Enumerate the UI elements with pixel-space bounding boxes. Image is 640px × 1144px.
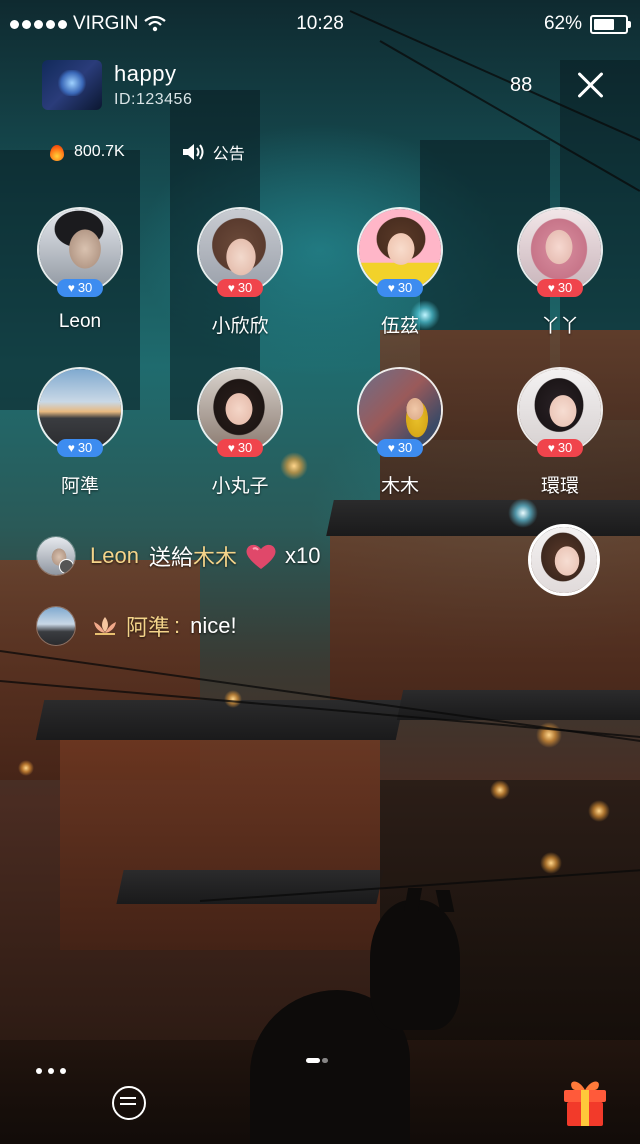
chat-separator: : — [174, 613, 181, 638]
page-indicator — [322, 1058, 328, 1063]
seat-score-badge: ♥ 30 — [217, 439, 263, 457]
heart-icon — [246, 544, 276, 569]
seat-name: 伍茲 — [380, 316, 419, 337]
chat-target[interactable]: 木木 — [193, 540, 237, 572]
seat-1[interactable]: ♥ 30 Leon — [20, 207, 140, 333]
gift-count: x10 — [284, 543, 321, 568]
chat-bubble-icon[interactable] — [112, 1086, 146, 1120]
notice-label[interactable]: 公告 — [213, 140, 245, 164]
chat-avatar[interactable] — [36, 606, 76, 646]
seat-name: 小欣欣 — [211, 316, 269, 337]
heat-value: 800.7K — [74, 143, 125, 160]
close-icon[interactable] — [574, 68, 608, 102]
room-stats: 800.7K 公告 — [48, 140, 245, 164]
heart-icon: ♥ — [227, 441, 235, 455]
seat-score-badge: ♥ 30 — [217, 279, 263, 297]
seat-name: 阿準 — [60, 476, 99, 497]
gift-icon[interactable] — [560, 1076, 610, 1128]
more-dots-icon[interactable] — [36, 1068, 66, 1074]
seat-name: 木木 — [380, 476, 419, 497]
seat-name: 丫丫 — [540, 316, 579, 337]
chat-avatar[interactable] — [36, 536, 76, 576]
heart-icon: ♥ — [227, 281, 235, 295]
seat-name: Leon — [58, 311, 102, 332]
seat-2[interactable]: ♥ 30 小欣欣 — [180, 207, 300, 338]
seat-score-badge: ♥ 30 — [537, 439, 583, 457]
status-bar: VIRGIN 10:28 62% — [0, 0, 640, 46]
seat-name: 環環 — [540, 476, 579, 497]
page-indicator-active — [306, 1058, 320, 1063]
user-badge-icon — [59, 559, 74, 574]
chat-sender[interactable]: Leon — [90, 543, 139, 569]
chat-message[interactable]: Leon 送給 木木 x10 — [36, 536, 320, 576]
seat-name: 小丸子 — [211, 476, 269, 497]
host-id: ID:123456 — [114, 91, 193, 108]
heart-icon: ♥ — [67, 441, 75, 455]
flame-icon — [48, 141, 66, 163]
seat-score-badge: ♥ 30 — [537, 279, 583, 297]
seat-7[interactable]: ♥ 30 木木 — [340, 367, 460, 498]
heart-icon: ♥ — [387, 441, 395, 455]
heart-icon: ♥ — [67, 281, 75, 295]
seat-8[interactable]: ♥ 30 環環 — [500, 367, 620, 498]
battery-info: 62% — [543, 13, 631, 35]
seat-4[interactable]: ♥ 30 丫丫 — [500, 207, 620, 338]
seat-score-badge: ♥ 30 — [57, 439, 103, 457]
battery-percent: 62% — [543, 13, 582, 34]
host-avatar[interactable] — [42, 60, 102, 110]
heart-icon: ♥ — [547, 441, 555, 455]
heart-icon: ♥ — [387, 281, 395, 295]
lotus-icon — [94, 617, 116, 635]
chat-text: nice! — [190, 613, 237, 638]
chat-sender[interactable]: 阿準 — [126, 610, 170, 642]
heart-icon: ♥ — [547, 281, 555, 295]
seat-3[interactable]: ♥ 30 伍茲 — [340, 207, 460, 338]
speaker-icon[interactable] — [181, 141, 205, 163]
host-name: happy — [114, 61, 177, 86]
viewer-count[interactable]: 88 — [510, 74, 532, 97]
battery-icon — [590, 14, 631, 34]
seat-6[interactable]: ♥ 30 小丸子 — [180, 367, 300, 498]
chat-message[interactable]: 阿準 : nice! — [36, 606, 237, 646]
floating-user-avatar[interactable] — [528, 524, 600, 596]
host-info[interactable]: happy ID:123456 — [42, 60, 192, 110]
seat-score-badge: ♥ 30 — [377, 279, 423, 297]
seat-5[interactable]: ♥ 30 阿準 — [20, 367, 140, 498]
seat-score-badge: ♥ 30 — [57, 279, 103, 297]
chat-action: 送給 — [148, 545, 193, 570]
seat-score-badge: ♥ 30 — [377, 439, 423, 457]
